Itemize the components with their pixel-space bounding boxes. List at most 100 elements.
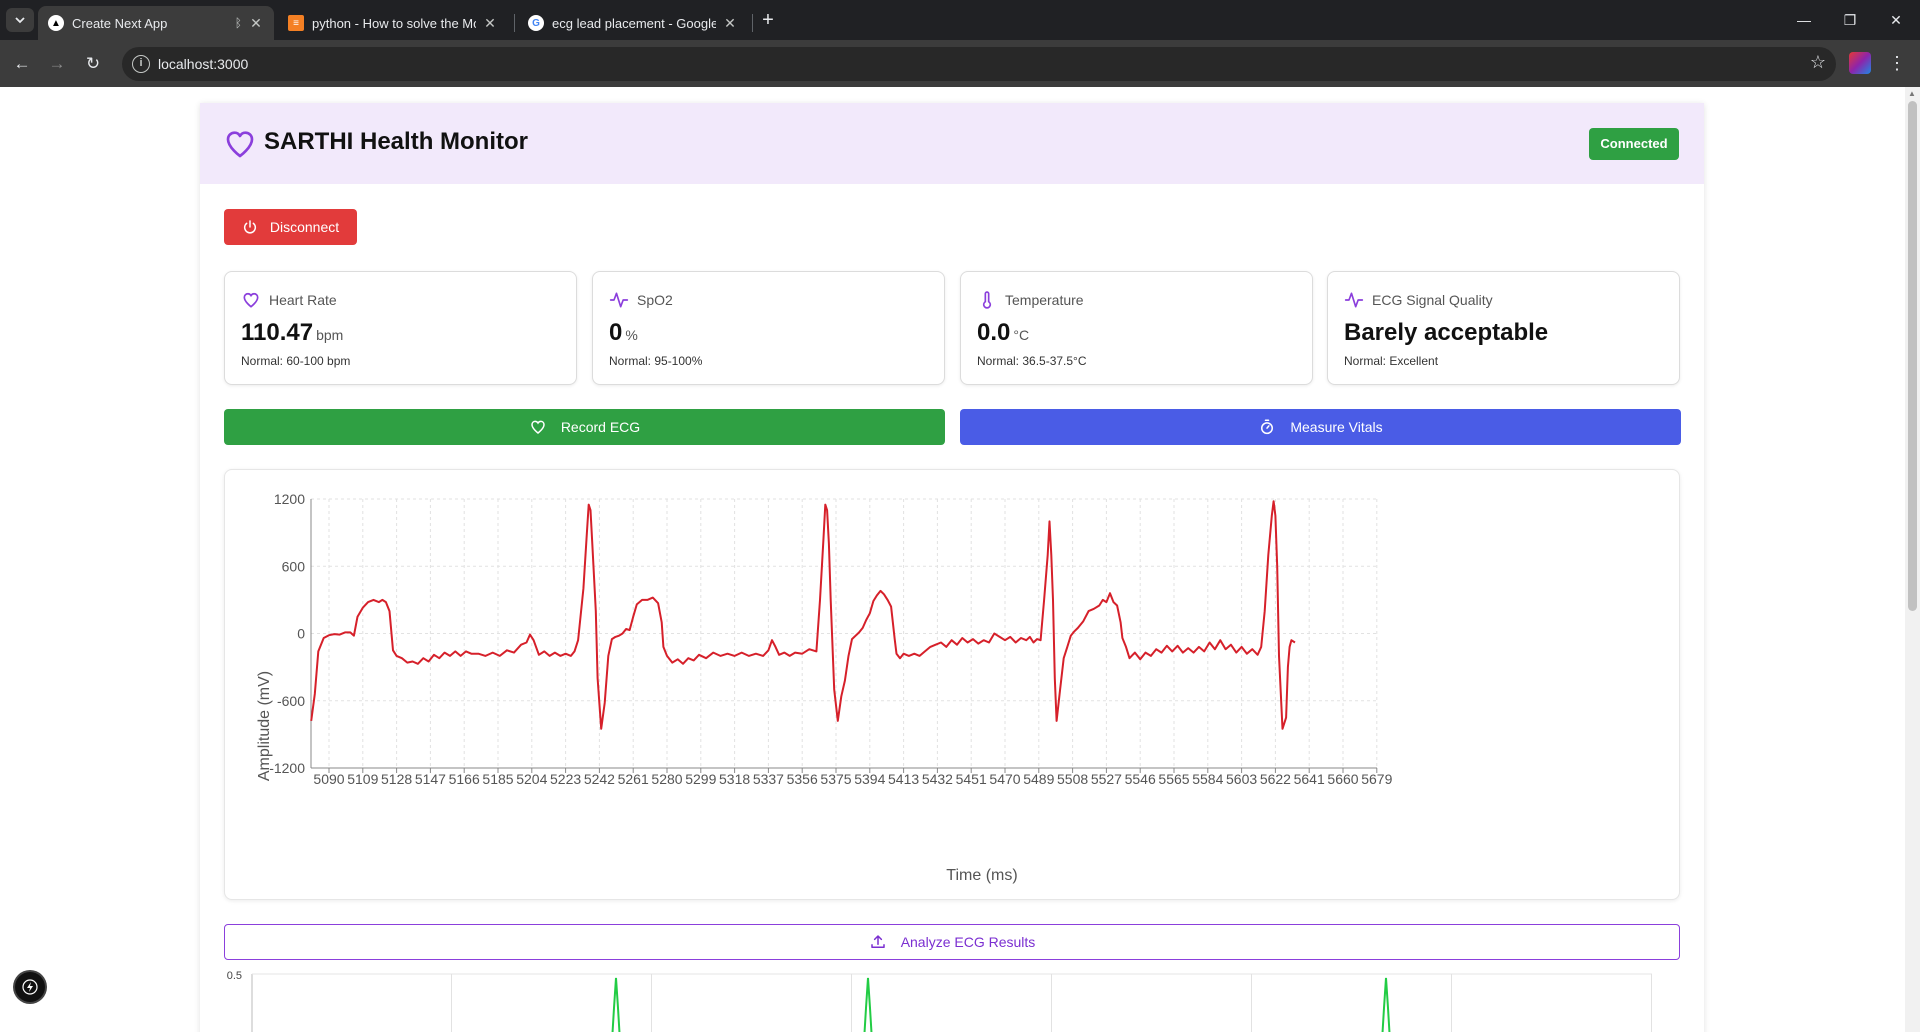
- x-tick-label: 5223: [550, 771, 581, 787]
- measure-vitals-label: Measure Vitals: [1290, 419, 1383, 435]
- analyze-ecg-button[interactable]: Analyze ECG Results: [224, 924, 1680, 960]
- x-tick-label: 5660: [1327, 771, 1358, 787]
- heart-rate-card: Heart Rate 110.47 bpm Normal: 60-100 bpm: [224, 271, 577, 385]
- x-tick-label: 5204: [516, 771, 547, 787]
- y-tick-label: -1200: [269, 760, 305, 776]
- back-button[interactable]: ←: [8, 50, 36, 78]
- spo2-label: SpO2: [637, 292, 673, 308]
- extension-icon[interactable]: [1849, 52, 1871, 74]
- temperature-unit: °C: [1013, 327, 1030, 343]
- x-tick-label: 5451: [956, 771, 987, 787]
- disconnect-label: Disconnect: [269, 219, 340, 235]
- tab-create-next-app[interactable]: ▲ Create Next App ᛒ ✕: [38, 6, 274, 40]
- new-tab-button[interactable]: +: [756, 8, 780, 32]
- x-tick-label: 5280: [651, 771, 682, 787]
- power-icon: [243, 220, 256, 234]
- tab-title: ecg lead placement - Google Se: [552, 15, 716, 31]
- close-tab-icon[interactable]: ✕: [248, 15, 264, 32]
- browser-menu-icon[interactable]: ⋮: [1888, 49, 1906, 77]
- x-tick-label: 5413: [888, 771, 919, 787]
- activity-pulse-icon: [609, 292, 629, 308]
- chevron-down-icon: [15, 17, 25, 24]
- page-viewport: SARTHI Health Monitor Connected Disconne…: [0, 87, 1920, 1032]
- x-tick-label: 5527: [1091, 771, 1122, 787]
- x-tick-label: 5318: [719, 771, 750, 787]
- tab-separator: [752, 14, 753, 32]
- address-bar[interactable]: i localhost:3000 ☆: [122, 47, 1836, 81]
- minimize-button[interactable]: —: [1781, 6, 1827, 34]
- page-scrollbar[interactable]: ▲: [1905, 87, 1920, 1032]
- nextjs-favicon-icon: ▲: [48, 15, 64, 31]
- analyze-ecg-label: Analyze ECG Results: [900, 934, 1036, 950]
- reload-button[interactable]: ↻: [79, 50, 107, 78]
- url-text: localhost:3000: [158, 56, 249, 72]
- browser-toolbar: ← → ↻ i localhost:3000 ☆: [0, 40, 1920, 87]
- record-ecg-label: Record ECG: [560, 419, 641, 435]
- record-ecg-button[interactable]: Record ECG: [224, 409, 945, 445]
- scrollbar-thumb[interactable]: [1908, 101, 1917, 611]
- connection-status-badge: Connected: [1589, 128, 1679, 160]
- heart-rate-normal-range: Normal: 60-100 bpm: [241, 354, 351, 368]
- x-tick-label: 5337: [753, 771, 784, 787]
- x-tick-label: 5090: [313, 771, 344, 787]
- thermometer-icon: [982, 291, 992, 309]
- x-tick-label: 5679: [1361, 771, 1392, 787]
- measure-vitals-button[interactable]: Measure Vitals: [960, 409, 1681, 445]
- disconnect-button[interactable]: Disconnect: [224, 209, 357, 245]
- x-tick-label: 5641: [1294, 771, 1325, 787]
- x-tick-label: 5489: [1023, 771, 1054, 787]
- x-tick-label: 5166: [449, 771, 480, 787]
- ecg-quality-normal: Normal: Excellent: [1344, 354, 1439, 368]
- close-tab-icon[interactable]: ✕: [482, 15, 498, 32]
- close-window-button[interactable]: ✕: [1873, 6, 1919, 34]
- x-tick-label: 5109: [347, 771, 378, 787]
- tab-search-button[interactable]: [6, 8, 34, 32]
- google-favicon-icon: G: [528, 15, 544, 31]
- temperature-normal-range: Normal: 36.5-37.5°C: [977, 354, 1087, 368]
- x-tick-label: 5394: [854, 771, 885, 787]
- x-axis-label: Time (ms): [946, 867, 1017, 884]
- secondary-chart: 0.5: [227, 970, 1652, 1032]
- x-tick-label: 5242: [584, 771, 615, 787]
- chart-axes: [310, 499, 1378, 773]
- bookmark-star-icon[interactable]: ☆: [1810, 52, 1826, 73]
- page-title: SARTHI Health Monitor: [264, 128, 528, 155]
- scroll-up-arrow-icon[interactable]: ▲: [1908, 89, 1916, 98]
- forward-button[interactable]: →: [43, 50, 71, 78]
- tab-google-search[interactable]: G ecg lead placement - Google Se ✕: [518, 6, 748, 40]
- x-tick-label: 5128: [381, 771, 412, 787]
- restore-button[interactable]: ❐: [1827, 6, 1873, 34]
- heart-rate-unit: bpm: [316, 327, 344, 343]
- heart-rate-label: Heart Rate: [269, 292, 337, 308]
- spo2-normal-range: Normal: 95-100%: [609, 354, 703, 368]
- x-tick-label: 5584: [1192, 771, 1223, 787]
- spo2-unit: %: [625, 327, 638, 343]
- ecg-quality-value: Barely acceptable: [1344, 319, 1549, 346]
- heart-icon: [531, 420, 545, 434]
- x-tick-label: 5299: [685, 771, 716, 787]
- x-tick-label: 5356: [787, 771, 818, 787]
- y-axis-label: Amplitude (mV): [256, 671, 273, 781]
- ecg-quality-card: ECG Signal Quality Barely acceptable Nor…: [1327, 271, 1680, 385]
- y-tick-label: 0.5: [227, 970, 242, 982]
- x-tick-label: 5261: [618, 771, 649, 787]
- ecg-series-line: [310, 500, 1296, 730]
- y-tick-label: 0: [297, 626, 305, 642]
- activity-pulse-icon: [1344, 292, 1364, 308]
- spo2-value: 0: [609, 319, 623, 346]
- y-tick-label: 1200: [274, 491, 305, 507]
- nextjs-dev-tools-button[interactable]: [15, 972, 45, 1002]
- tab-title: python - How to solve the Mod: [312, 15, 476, 31]
- x-tick-label: 5185: [482, 771, 513, 787]
- secondary-series-line: [611, 977, 1391, 1032]
- site-info-icon[interactable]: i: [132, 55, 150, 73]
- chart-grid: [311, 498, 1378, 769]
- close-tab-icon[interactable]: ✕: [722, 15, 738, 32]
- heart-rate-value: 110.47: [241, 319, 314, 346]
- upload-icon: [870, 935, 885, 948]
- y-tick-label: -600: [277, 693, 305, 709]
- tab-python-question[interactable]: ≡ python - How to solve the Mod ✕: [278, 6, 508, 40]
- ecg-quality-label: ECG Signal Quality: [1372, 292, 1493, 308]
- x-tick-label: 5603: [1226, 771, 1257, 787]
- x-tick-label: 5622: [1260, 771, 1291, 787]
